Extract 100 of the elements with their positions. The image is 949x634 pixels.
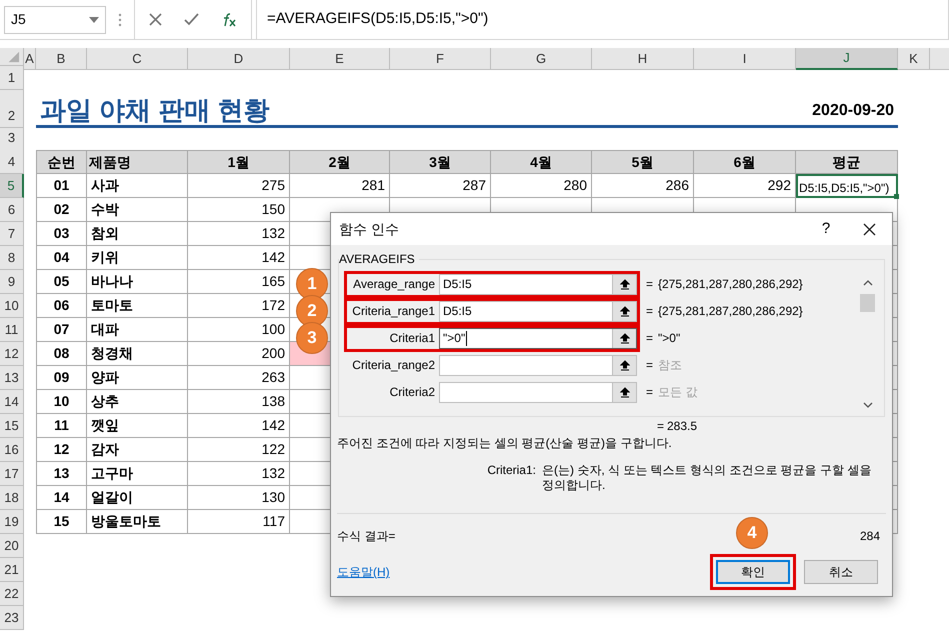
row-header[interactable]: 14 <box>0 390 24 414</box>
row-header[interactable]: 20 <box>0 534 24 558</box>
table-cell: 청경채 <box>87 342 188 366</box>
table-cell: 09 <box>36 366 87 390</box>
argument-result: {275,281,287,280,286,292} <box>658 276 803 293</box>
row-header[interactable]: 16 <box>0 438 24 462</box>
scrollbar[interactable] <box>859 280 876 408</box>
row-header[interactable]: 12 <box>0 342 24 366</box>
argument-field[interactable] <box>439 354 637 376</box>
column-heading: 6월 <box>694 150 796 174</box>
column-header[interactable]: K <box>898 48 930 70</box>
collapse-button[interactable] <box>612 274 636 294</box>
dropdown-icon[interactable] <box>89 16 99 22</box>
column-heading: 평균 <box>796 150 898 174</box>
table-cell: 132 <box>188 462 290 486</box>
table-cell: 10 <box>36 390 87 414</box>
column-header[interactable]: B <box>36 48 87 70</box>
row-header[interactable]: 22 <box>0 582 24 606</box>
argument-field[interactable]: D5:I5 <box>439 274 637 294</box>
function-description: 주어진 조건에 따라 지정되는 셀의 평균(산술 평균)을 구합니다. <box>337 435 673 451</box>
dialog-button[interactable]: 확인 <box>716 560 790 584</box>
scroll-down-icon[interactable] <box>862 402 872 408</box>
table-cell: 150 <box>188 198 290 222</box>
row-header[interactable]: 1 <box>0 66 24 90</box>
collapse-button[interactable] <box>612 302 636 320</box>
argument-field[interactable]: ">0" <box>439 328 637 348</box>
fill-handle[interactable] <box>894 194 899 199</box>
column-heading: 2월 <box>290 150 390 174</box>
parameter-description: 은(는) 숫자, 식 또는 텍스트 형식의 조건으로 평균을 구할 셀을 정의합니다. <box>542 463 872 493</box>
table-cell: 263 <box>188 366 290 390</box>
upload-arrow-icon <box>620 278 630 290</box>
row-header[interactable]: 3 <box>0 128 24 150</box>
help-button[interactable]: ? <box>806 218 846 240</box>
table-cell: 286 <box>592 174 694 198</box>
row-header[interactable]: 5 <box>0 174 24 198</box>
argument-field[interactable]: D5:I5 <box>439 300 637 322</box>
collapse-button[interactable] <box>612 356 636 374</box>
active-cell[interactable]: D5:I5,D5:I5,">0") <box>796 174 898 198</box>
table-cell: 142 <box>188 414 290 438</box>
upload-arrow-icon <box>620 332 630 344</box>
column-header[interactable]: G <box>491 48 592 70</box>
row-header[interactable]: 15 <box>0 414 24 438</box>
collapse-button[interactable] <box>612 382 636 402</box>
row-header[interactable]: 8 <box>0 246 24 270</box>
row-header[interactable]: 19 <box>0 510 24 534</box>
name-box[interactable]: J5 <box>4 6 106 34</box>
argument-result: {275,281,287,280,286,292} <box>658 303 803 320</box>
row-header[interactable]: 21 <box>0 558 24 582</box>
help-link[interactable]: 도움말(H) <box>337 563 710 581</box>
column-heading: 4월 <box>491 150 592 174</box>
table-cell: 14 <box>36 486 87 510</box>
column-header[interactable]: E <box>290 48 390 70</box>
field-value: ">0" <box>443 330 466 347</box>
table-cell: 고구마 <box>87 462 188 486</box>
table-cell: 키위 <box>87 246 188 270</box>
table-cell: 142 <box>188 246 290 270</box>
parameter-label: Criteria1: <box>486 463 537 479</box>
table-cell: 토마토 <box>87 294 188 318</box>
argument-field[interactable] <box>439 382 637 402</box>
equals-sign: = <box>646 357 654 374</box>
table-cell: 03 <box>36 222 87 246</box>
total-result: 283.5 <box>667 418 698 435</box>
equals-sign: = <box>646 276 654 293</box>
argument-label: Criteria_range2 <box>351 357 436 374</box>
column-heading: 제품명 <box>87 150 188 174</box>
grip-icon <box>118 12 122 26</box>
argument-label: Criteria1 <box>388 330 436 347</box>
row-header[interactable]: 4 <box>0 150 24 174</box>
scroll-thumb[interactable] <box>860 294 875 312</box>
table-cell: 280 <box>491 174 592 198</box>
table-cell: 방울토마토 <box>87 510 188 534</box>
dialog-button[interactable]: 취소 <box>804 560 878 584</box>
column-header[interactable]: J <box>796 48 898 70</box>
row-header[interactable]: 17 <box>0 462 24 486</box>
formula-input[interactable]: =AVERAGEIFS(D5:I5,D5:I5,">0") <box>256 0 949 40</box>
row-header[interactable]: 7 <box>0 222 24 246</box>
column-header[interactable]: F <box>390 48 491 70</box>
column-header[interactable]: A <box>24 48 36 70</box>
scroll-up-icon[interactable] <box>862 280 872 286</box>
row-header[interactable]: 9 <box>0 270 24 294</box>
table-cell: 얼갈이 <box>87 486 188 510</box>
row-header[interactable]: 10 <box>0 294 24 318</box>
row-header[interactable]: 11 <box>0 318 24 342</box>
column-header[interactable]: H <box>592 48 694 70</box>
row-header[interactable]: 18 <box>0 486 24 510</box>
column-header[interactable]: D <box>188 48 290 70</box>
cancel-icon[interactable] <box>149 13 162 26</box>
column-header[interactable]: I <box>694 48 796 70</box>
collapse-button[interactable] <box>612 328 636 348</box>
table-cell: 117 <box>188 510 290 534</box>
row-header[interactable]: 2 <box>0 90 24 128</box>
row-header[interactable]: 23 <box>0 606 24 630</box>
row-header[interactable]: 13 <box>0 366 24 390</box>
enter-icon[interactable] <box>184 13 199 26</box>
column-header[interactable]: C <box>87 48 188 70</box>
table-cell: 깻잎 <box>87 414 188 438</box>
table-cell: 양파 <box>87 366 188 390</box>
row-header[interactable]: 6 <box>0 198 24 222</box>
column-header-blank <box>930 48 949 70</box>
insert-function-icon[interactable] <box>221 12 237 26</box>
